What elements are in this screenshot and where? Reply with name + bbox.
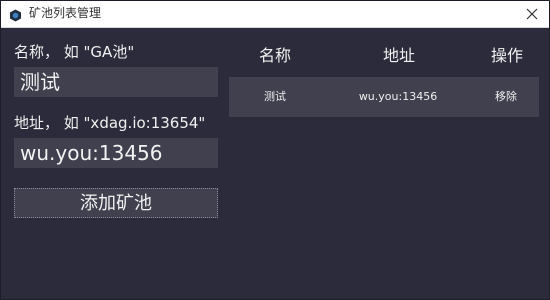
pool-address-cell: wu.you:13456 <box>358 90 438 103</box>
close-button[interactable] <box>521 3 543 25</box>
pool-manager-window: 矿池列表管理 名称， 如 "GA池" 测试 地址， 如 "xdag.io:136… <box>0 0 550 300</box>
window-title: 矿池列表管理 <box>29 6 102 20</box>
add-pool-button[interactable]: 添加矿池 <box>14 188 218 218</box>
title-bar: 矿池列表管理 <box>1 1 549 28</box>
column-header-action: 操作 <box>490 46 523 65</box>
table-row: 测试 wu.you:13456 移除 <box>229 77 539 117</box>
column-header-name: 名称 <box>258 46 291 65</box>
pool-address-input[interactable]: wu.you:13456 <box>14 138 218 168</box>
close-icon <box>521 8 543 20</box>
app-hexagon-icon <box>9 7 22 22</box>
column-header-address: 地址 <box>382 46 415 65</box>
pool-name-cell: 测试 <box>264 90 286 103</box>
remove-pool-button[interactable]: 移除 <box>479 77 533 117</box>
pool-name-input[interactable]: 测试 <box>14 67 218 97</box>
pool-name-label: 名称， 如 "GA池" <box>14 43 135 61</box>
pool-address-label: 地址， 如 "xdag.io:13654" <box>14 114 206 132</box>
